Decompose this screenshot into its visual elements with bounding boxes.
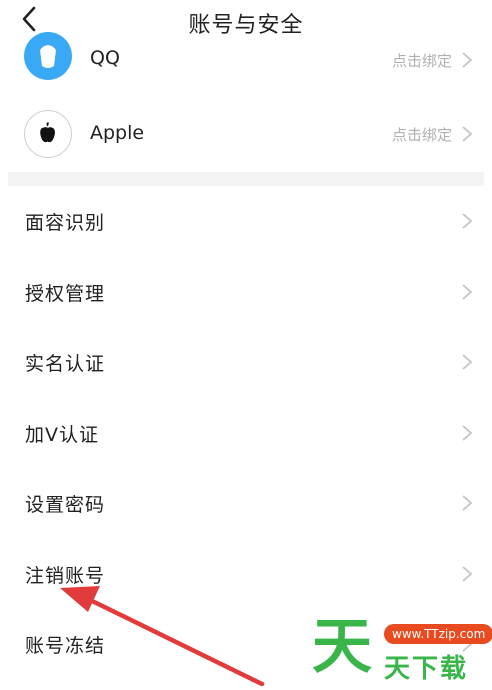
binding-label: Apple bbox=[90, 122, 145, 144]
menu-item-v-verification[interactable]: 加V认证 bbox=[0, 398, 492, 468]
chevron-right-icon bbox=[462, 566, 473, 582]
chevron-right-icon bbox=[462, 126, 473, 142]
watermark-text: 天下载 bbox=[384, 654, 469, 684]
menu-item-set-password[interactable]: 设置密码 bbox=[0, 468, 492, 538]
chevron-right-icon bbox=[462, 213, 473, 229]
binding-label: QQ bbox=[90, 47, 120, 69]
menu-item-label: 加V认证 bbox=[25, 424, 99, 446]
binding-row-qq[interactable]: QQ 点击绑定 bbox=[0, 22, 492, 98]
menu-item-face-id[interactable]: 面容识别 bbox=[0, 186, 492, 256]
chevron-right-icon bbox=[462, 284, 473, 300]
chevron-right-icon bbox=[462, 354, 473, 370]
chevron-right-icon bbox=[462, 425, 473, 441]
apple-icon bbox=[24, 110, 72, 158]
section-divider bbox=[8, 172, 484, 186]
menu-item-authorization[interactable]: 授权管理 bbox=[0, 257, 492, 327]
menu-item-label: 面容识别 bbox=[25, 212, 106, 234]
menu-item-label: 注销账号 bbox=[25, 565, 106, 587]
menu-item-real-name[interactable]: 实名认证 bbox=[0, 327, 492, 397]
watermark-logo: 天 www.TTzip.com 天下载 bbox=[312, 612, 492, 690]
watermark-url: www.TTzip.com bbox=[384, 624, 492, 644]
chevron-right-icon bbox=[462, 52, 473, 68]
binding-status: 点击绑定 bbox=[391, 126, 452, 144]
menu-item-label: 授权管理 bbox=[25, 283, 106, 305]
binding-row-apple[interactable]: Apple 点击绑定 bbox=[0, 96, 492, 172]
chevron-right-icon bbox=[462, 495, 473, 511]
menu-item-label: 实名认证 bbox=[25, 353, 106, 375]
menu-item-label: 设置密码 bbox=[25, 494, 106, 516]
binding-status: 点击绑定 bbox=[391, 52, 452, 70]
menu-item-deactivate-account[interactable]: 注销账号 bbox=[0, 539, 492, 609]
menu-item-label: 账号冻结 bbox=[25, 635, 106, 657]
watermark-glyph: 天 bbox=[312, 612, 372, 682]
qq-icon bbox=[24, 32, 72, 80]
